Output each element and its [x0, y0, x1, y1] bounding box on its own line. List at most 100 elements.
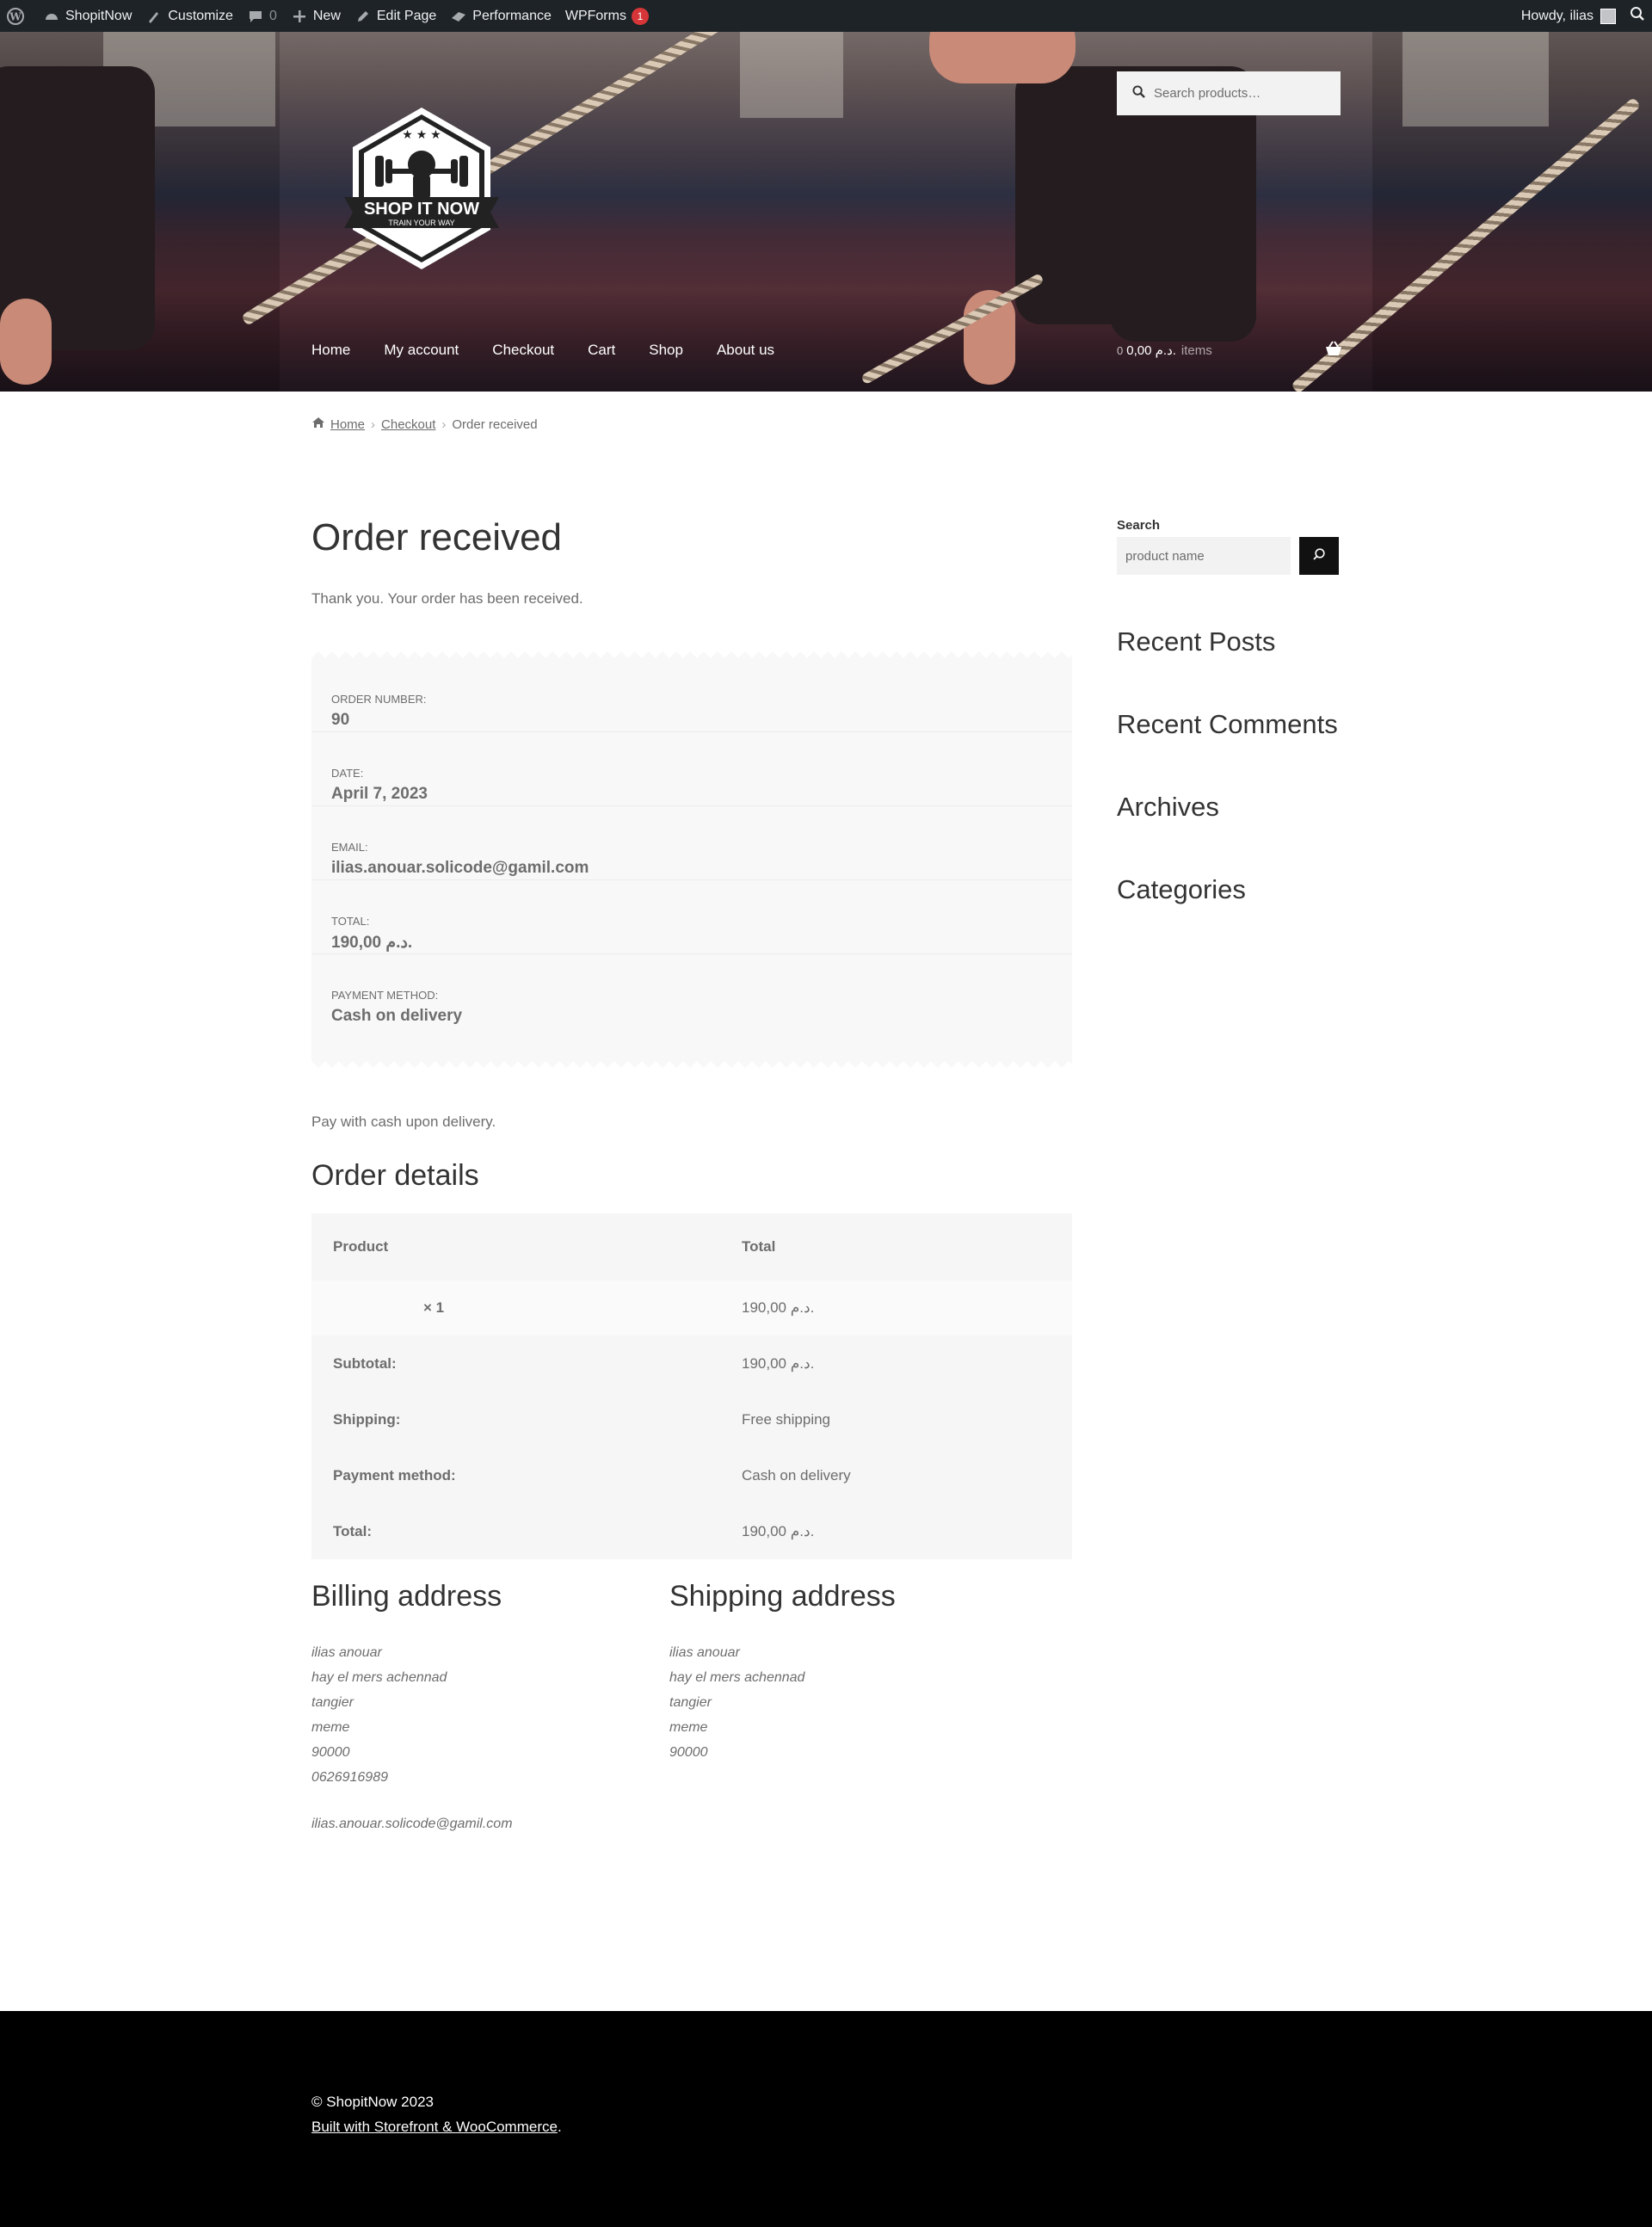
table-header-row: Product Total [311, 1213, 1072, 1280]
breadcrumb-current: Order received [452, 416, 538, 432]
overview-label: Order number: [331, 693, 427, 706]
billing-line: ilias anouar [311, 1645, 382, 1660]
column-header-product: Product [311, 1213, 720, 1280]
site-footer: © ShopitNow 2023 Built with Storefront &… [0, 2011, 1652, 2227]
subtotal-value: 190,00 د.م. [720, 1336, 1072, 1391]
breadcrumb: Home › Checkout › Order received [311, 416, 538, 432]
billing-address: ilias anouar hay el mers achennad tangie… [311, 1640, 513, 1836]
comments-count: 0 [268, 8, 277, 23]
nav-about-us[interactable]: About us [717, 342, 774, 359]
cart-count: 0 [1117, 343, 1124, 357]
breadcrumb-home[interactable]: Home [330, 417, 365, 432]
logo-title: SHOP IT NOW [364, 200, 479, 219]
overview-email: Email: ilias.anouar.solicode@gamil.com [311, 806, 1072, 880]
search-icon [1132, 85, 1145, 102]
edit-page-link[interactable]: Edit Page [348, 0, 443, 32]
site-logo[interactable]: ★ ★ ★ SHOP IT NOW TRAIN YOUR WAY [337, 104, 506, 273]
nav-my-account[interactable]: My account [384, 342, 459, 359]
site-name-label: ShopitNow [65, 8, 133, 23]
item-quantity: × 1 [311, 1280, 720, 1336]
comment-icon [247, 8, 264, 25]
zigzag-top-edge [311, 651, 1072, 658]
admin-bar: W ShopitNow Customize 0 New Edit Page Pe… [0, 0, 1652, 32]
sidebar-search-label: Search [1117, 518, 1161, 533]
cart-amount: 0,00 د.م. [1126, 343, 1176, 358]
svg-text:★ ★ ★: ★ ★ ★ [402, 127, 441, 141]
shipping-line: ilias anouar [669, 1645, 740, 1660]
overview-value: 90 [331, 711, 350, 729]
billing-address-title: Billing address [311, 1580, 502, 1613]
product-search-field[interactable]: Search products… [1117, 71, 1341, 115]
sidebar-search-button[interactable] [1299, 537, 1339, 575]
shipping-line: hay el mers achennad [669, 1670, 805, 1685]
breadcrumb-separator-icon: › [441, 416, 447, 432]
shipping-address-title: Shipping address [669, 1580, 896, 1613]
order-overview: Order number: 90 Date: April 7, 2023 Ema… [311, 651, 1072, 1068]
account-menu[interactable]: Howdy, ilias [1514, 0, 1623, 32]
performance-label: Performance [472, 8, 552, 23]
pencil-icon [354, 8, 372, 25]
comments-link[interactable]: 0 [240, 0, 284, 32]
overview-label: Total: [331, 915, 370, 928]
nav-shop[interactable]: Shop [649, 342, 683, 359]
shipping-label: Shipping: [311, 1391, 720, 1447]
dashboard-icon [43, 8, 60, 25]
order-details-title: Order details [311, 1159, 479, 1192]
product-search-placeholder: Search products… [1154, 86, 1261, 101]
column-header-total: Total [720, 1213, 1072, 1280]
new-label: New [312, 8, 341, 23]
brush-icon [145, 8, 163, 25]
table-row: Subtotal: 190,00 د.م. [311, 1336, 1072, 1391]
overview-value: ilias.anouar.solicode@gamil.com [331, 859, 589, 877]
shipping-address: ilias anouar hay el mers achennad tangie… [669, 1640, 804, 1765]
billing-line: meme [311, 1720, 350, 1735]
table-row: × 1 190,00 د.م. [311, 1280, 1072, 1336]
billing-line: tangier [311, 1695, 354, 1710]
total-value: 190,00 د.م. [720, 1503, 1072, 1559]
shipping-line: meme [669, 1720, 708, 1735]
customize-link[interactable]: Customize [139, 0, 240, 32]
howdy-label: Howdy, ilias [1520, 8, 1593, 23]
cart-items-label: items [1180, 342, 1212, 358]
billing-email: ilias.anouar.solicode@gamil.com [311, 1817, 513, 1831]
shipping-line: tangier [669, 1695, 712, 1710]
header-cart[interactable]: 0 0,00 د.م. items [1117, 341, 1342, 358]
nav-home[interactable]: Home [311, 342, 350, 359]
home-icon [311, 416, 325, 432]
nav-cart[interactable]: Cart [588, 342, 615, 359]
performance-menu[interactable]: Performance [443, 0, 558, 32]
overview-order-number: Order number: 90 [311, 658, 1072, 732]
logo-tagline: TRAIN YOUR WAY [388, 219, 454, 227]
edit-page-label: Edit Page [376, 8, 437, 23]
wordpress-logo-menu[interactable]: W [0, 0, 36, 32]
copyright: © ShopitNow 2023 [311, 2094, 435, 2110]
overview-label: Payment method: [331, 989, 439, 1002]
table-row: Payment method: Cash on delivery [311, 1447, 1072, 1503]
site-name-menu[interactable]: ShopitNow [36, 0, 139, 32]
shipping-value: Free shipping [720, 1391, 1072, 1447]
widget-recent-comments: Recent Comments [1117, 709, 1338, 739]
shipping-line: 90000 [669, 1745, 708, 1760]
overview-label: Date: [331, 767, 364, 780]
billing-line: hay el mers achennad [311, 1670, 447, 1685]
billing-line: 90000 [311, 1745, 350, 1760]
wpforms-menu[interactable]: WPForms 1 [558, 0, 656, 32]
footer-info: © ShopitNow 2023 Built with Storefront &… [311, 2089, 562, 2139]
widget-recent-posts: Recent Posts [1117, 626, 1276, 657]
sidebar-search-input[interactable] [1117, 537, 1291, 575]
breadcrumb-checkout[interactable]: Checkout [381, 417, 435, 432]
wpforms-notification-badge: 1 [631, 7, 649, 25]
search-icon [1630, 6, 1645, 26]
payment-method-label: Payment method: [311, 1447, 720, 1503]
customize-label: Customize [168, 8, 233, 23]
storefront-credit-link[interactable]: Built with Storefront & WooCommerce [311, 2119, 558, 2135]
payment-method-value: Cash on delivery [720, 1447, 1072, 1503]
new-content-menu[interactable]: New [284, 0, 348, 32]
nav-checkout[interactable]: Checkout [492, 342, 554, 359]
search-icon [1312, 547, 1326, 565]
wordpress-icon: W [7, 7, 24, 25]
zigzag-bottom-edge [311, 1061, 1072, 1068]
admin-search-button[interactable] [1623, 0, 1652, 32]
total-label: Total: [311, 1503, 720, 1559]
overview-total: Total: 190,00 د.م. [311, 880, 1072, 954]
